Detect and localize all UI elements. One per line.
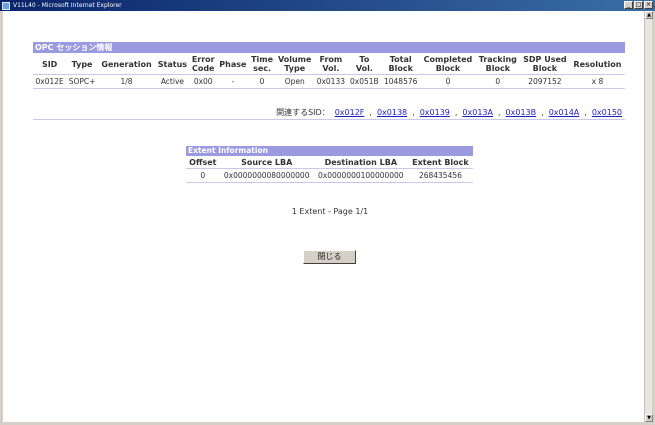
cell-time: 0 — [248, 74, 276, 89]
cell-sdp-used-block: 2097152 — [519, 74, 570, 89]
separator: , — [369, 108, 372, 117]
maximize-button[interactable]: □ — [634, 1, 643, 9]
col-type: Type — [71, 59, 93, 69]
header-line: Volume — [277, 55, 312, 64]
col-offset: Offset — [189, 158, 217, 167]
col-total-block: Total Block — [381, 54, 420, 75]
extent-table: Offset Source LBA Destination LBA Extent… — [186, 157, 473, 183]
header-line: Block — [435, 64, 461, 73]
cell-phase: - — [216, 74, 249, 89]
separator: , — [584, 108, 587, 117]
related-sid-link[interactable]: 0x013B — [506, 108, 537, 117]
related-sid-link[interactable]: 0x0150 — [592, 108, 622, 117]
scroll-up-icon[interactable]: ▲ — [645, 11, 653, 19]
page-info: 1 Extent - Page 1/1 — [291, 207, 369, 216]
session-section-title: OPC セッション情報 — [33, 42, 625, 53]
window-title: V11L40 - Microsoft Internet Explorer — [13, 2, 122, 9]
window-titlebar: V11L40 - Microsoft Internet Explorer _ □… — [0, 0, 655, 11]
col-from-vol: From Vol. — [314, 54, 347, 75]
cell-source-lba: 0x0000000080000000 — [219, 168, 314, 183]
cell-status: Active — [155, 74, 190, 89]
separator: , — [454, 108, 458, 117]
scroll-down-icon[interactable]: ▼ — [645, 414, 653, 422]
col-phase: Phase — [219, 59, 247, 69]
window-controls: _ □ × — [624, 1, 653, 9]
header-line: From — [319, 55, 343, 64]
header-line: Vol. — [355, 64, 373, 73]
header-line: Block — [485, 64, 511, 73]
cell-offset: 0 — [186, 168, 220, 183]
header-line: Code — [191, 64, 215, 73]
col-time: Time sec. — [249, 54, 275, 75]
close-window-button[interactable]: × — [644, 1, 653, 9]
cell-from-vol: 0x0133 — [314, 74, 348, 89]
col-status: Status — [157, 59, 188, 69]
related-sid-link[interactable]: 0x0138 — [377, 108, 407, 117]
header-line: Type — [284, 64, 306, 73]
cell-generation: 1/8 — [97, 74, 156, 89]
col-generation: Generation — [101, 59, 152, 69]
header-line: Completed — [423, 55, 473, 64]
separator: , — [498, 108, 501, 117]
header-line: Error — [191, 55, 215, 64]
col-volume-type: Volume Type — [275, 54, 314, 75]
related-sid-link[interactable]: 0x012F — [335, 108, 365, 117]
header-line: Block — [388, 64, 413, 73]
cell-destination-lba: 0x0000000100000000 — [313, 168, 408, 183]
col-completed-block: Completed Block — [420, 54, 476, 75]
header-line: Total — [389, 55, 412, 64]
minimize-button[interactable]: _ — [624, 1, 633, 9]
related-sid-link[interactable]: 0x013A — [462, 108, 493, 117]
cell-resolution: x 8 — [569, 74, 625, 89]
session-table: SID Type Generation Status Error Code Pha… — [33, 54, 625, 89]
separator: , — [412, 108, 415, 117]
cell-error-code: 0x00 — [189, 74, 217, 89]
session-header-row: SID Type Generation Status Error Code Pha… — [33, 54, 625, 75]
cell-volume-type: Open — [275, 74, 315, 89]
col-destination-lba: Destination LBA — [324, 158, 398, 167]
cell-sid: 0x012E — [33, 74, 67, 89]
cell-to-vol: 0x051B — [347, 74, 382, 89]
cell-extent-block: 268435456 — [407, 168, 473, 183]
col-sid: SID — [41, 59, 58, 69]
related-sids-label: 関連するSID： — [276, 108, 330, 117]
extent-section-title: Extent Information — [186, 146, 473, 156]
vertical-scrollbar[interactable]: ▲ ▼ — [644, 11, 653, 422]
extent-header-row: Offset Source LBA Destination LBA Extent… — [186, 157, 473, 169]
col-error-code: Error Code — [190, 54, 217, 75]
ie-icon — [2, 1, 10, 10]
header-line: To — [359, 55, 370, 64]
related-sid-link[interactable]: 0x014A — [549, 108, 580, 117]
col-tracking-block: Tracking Block — [476, 54, 520, 75]
related-sid-link[interactable]: 0x0139 — [420, 108, 450, 117]
header-line: sec. — [253, 64, 272, 73]
header-line: Time — [251, 55, 274, 64]
header-line: Vol. — [322, 64, 340, 73]
header-line: Tracking — [478, 55, 517, 64]
cell-type: SOPC+ — [66, 74, 98, 89]
header-line: Block — [532, 64, 558, 73]
cell-completed-block: 0 — [420, 74, 476, 89]
col-to-vol: To Vol. — [348, 54, 382, 75]
cell-tracking-block: 0 — [475, 74, 520, 89]
table-row: 0x012E SOPC+ 1/8 Active 0x00 - 0 Open 0x… — [33, 74, 625, 89]
col-sdp-used-block: SDP Used Block — [520, 54, 570, 75]
related-sids: 関連するSID： 0x012F, 0x0138, 0x0139, 0x013A,… — [33, 106, 625, 120]
separator: , — [541, 108, 544, 117]
close-button[interactable]: 閉じる — [303, 250, 356, 264]
col-extent-block: Extent Block — [412, 158, 469, 167]
table-row: 0 0x0000000080000000 0x0000000100000000 … — [186, 168, 473, 183]
col-resolution: Resolution — [573, 59, 622, 69]
col-source-lba: Source LBA — [241, 158, 293, 167]
cell-total-block: 1048576 — [381, 74, 421, 89]
header-line: SDP Used — [523, 55, 567, 64]
